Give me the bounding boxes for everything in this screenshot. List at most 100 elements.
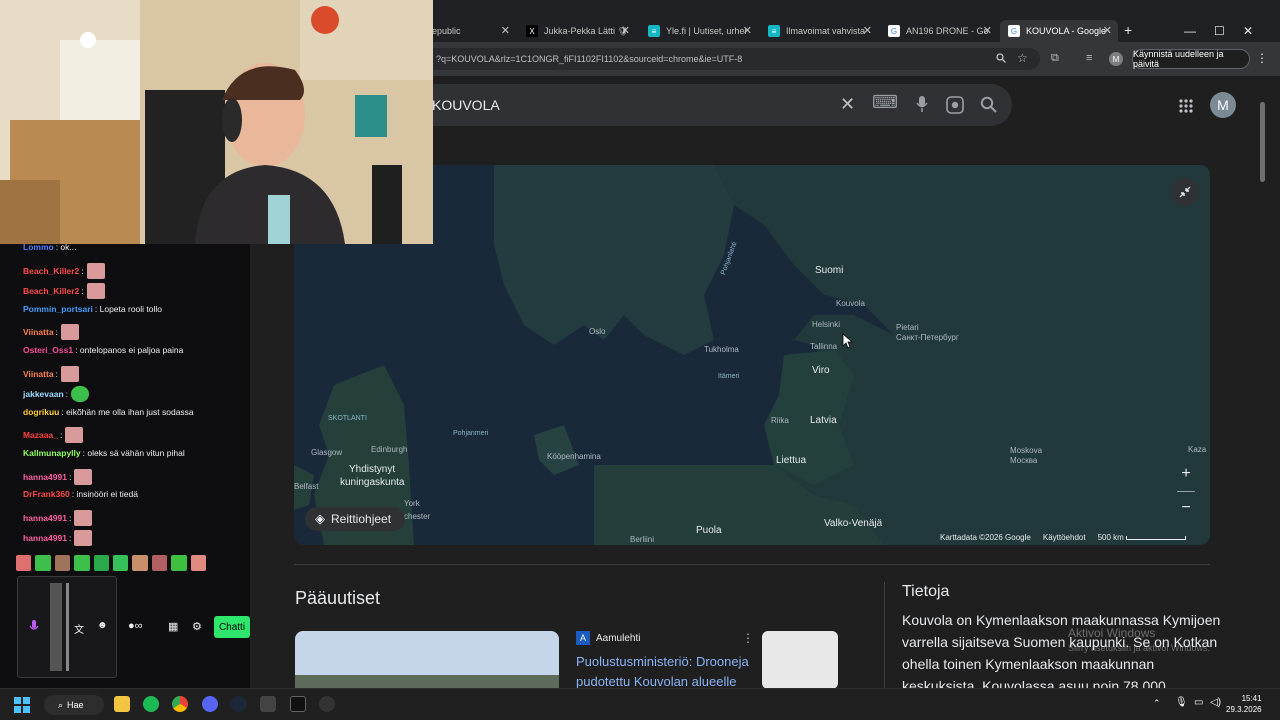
zoom-icon[interactable] [996,53,1006,63]
search-input-value[interactable]: KOUVOLA [432,97,500,113]
chat-username[interactable]: Viinatta [23,369,54,379]
media-icon[interactable]: ≡ [1086,52,1092,64]
app-icon[interactable] [290,696,306,712]
network-icon[interactable]: ▭ [1194,697,1203,708]
emote-icon[interactable] [16,555,32,571]
about-heading: Tietoja [902,583,950,600]
chat-settings-icon[interactable]: ⚙ [192,620,202,633]
emote-icon[interactable] [171,555,187,571]
emote-icon [60,365,79,382]
browser-tab[interactable]: X Jukka-Pekka Lätti 🛡 ✕ [518,20,636,42]
windows-start-icon[interactable] [14,697,30,713]
gift-icon[interactable]: ▦ [168,620,178,633]
map-label: Viro [812,365,830,376]
emote-icon[interactable] [93,555,110,571]
chat-username[interactable]: dogrikuu [23,407,59,417]
chat-username[interactable]: Viinatta [23,327,54,337]
emote-icon[interactable] [74,555,90,571]
chat-username[interactable]: Beach_Killer2 [23,266,79,276]
chat-send-button[interactable]: Chatti [214,616,250,638]
capcut-icon[interactable] [260,696,276,712]
emote-icon[interactable] [113,555,129,571]
emote-icon[interactable] [190,555,207,571]
restart-update-button[interactable]: Käynnistä uudelleen ja päivitä [1132,49,1250,69]
chat-username[interactable]: jakkevaan [23,389,64,399]
chat-username[interactable]: Kallmunapylly [23,448,81,458]
bookmark-star-icon[interactable]: ☆ [1017,51,1028,65]
emote-icon[interactable] [54,555,71,571]
discord-icon[interactable] [202,696,218,712]
map-label: Oslo [589,327,606,336]
zoom-in-button[interactable]: + [1173,461,1199,487]
webcam-feed [0,0,433,244]
search-icon[interactable] [980,96,997,113]
emote-icon[interactable] [132,555,148,571]
chat-username[interactable]: Beach_Killer2 [23,286,79,296]
chat-username[interactable]: Mazaaa_ [23,430,58,440]
spotify-icon[interactable] [143,696,159,712]
chat-message: dogrikuu: eikõhän me olla ihan just soda… [23,407,194,417]
browser-tab[interactable]: G KOUVOLA - Google ✕ [1000,20,1118,42]
translate-icon[interactable]: 文 [74,621,84,636]
chat-username[interactable]: hanna4991 [23,472,67,482]
chat-username[interactable]: Osteri_Oss1 [23,345,73,355]
browser-tab[interactable]: ≡ Ilmavoimat vahvista ✕ [760,20,878,42]
channel-points-icon[interactable]: ●∞ [128,620,143,632]
maximize-button[interactable]: ☐ [1214,24,1225,38]
tray-chevron-icon[interactable]: ⌃ [1153,698,1161,709]
news-image[interactable] [295,631,559,691]
close-tab-icon[interactable]: ✕ [501,24,510,37]
taskbar-search[interactable]: ⌕ Hae [44,695,104,715]
close-tab-icon[interactable]: ✕ [863,24,872,37]
taskbar-clock[interactable]: 15:41 29.3.2026 [1226,693,1262,715]
zoom-out-button[interactable]: − [1173,495,1199,521]
close-tab-icon[interactable]: ✕ [621,24,630,37]
chat-message: Osteri_Oss1: ontelopanos ei paljoa paina [23,345,183,355]
keyboard-icon[interactable]: ⌨ [872,92,898,113]
map-label: Moskova [1010,446,1043,455]
emote-icon[interactable] [35,555,51,571]
profile-avatar[interactable]: M [1109,52,1123,66]
obs-icon[interactable] [319,696,335,712]
chat-text: : [65,389,69,400]
browser-tab[interactable]: ≡ Yle.fi | Uutiset, urhei ✕ [640,20,758,42]
close-window-button[interactable]: ✕ [1243,24,1253,38]
page-scrollbar[interactable] [1256,76,1280,688]
chat-username[interactable]: DrFrank360 [23,489,70,499]
steam-icon[interactable] [231,696,247,712]
new-tab-button[interactable]: + [1124,22,1132,38]
apps-grid-icon[interactable] [1179,99,1193,113]
map-label: SKOTLANTI [328,415,367,422]
close-tab-icon[interactable]: ✕ [743,24,752,37]
chat-username[interactable]: Pommin_portsari [23,304,93,314]
account-avatar[interactable]: M [1210,92,1236,118]
volume-icon[interactable]: ◁) [1210,697,1221,708]
directions-button[interactable]: ◈ Reittiohjeet [305,507,405,531]
clear-search-icon[interactable]: ✕ [840,94,855,115]
yle-icon: ≡ [768,25,780,37]
chat-username[interactable]: Lommo [23,242,54,252]
file-explorer-icon[interactable] [114,696,130,712]
chat-username[interactable]: hanna4991 [23,513,67,523]
news-thumbnail[interactable] [762,631,838,689]
close-tab-icon[interactable]: ✕ [983,24,992,37]
microphone-icon[interactable] [29,620,39,634]
chat-username[interactable]: hanna4991 [23,533,67,543]
emote-icon[interactable] [151,555,168,571]
chrome-icon[interactable] [172,696,188,712]
extensions-icon[interactable]: ⧉ [1051,52,1059,65]
windows-activation-watermark: Aktivoi Windows [1068,626,1156,640]
browser-menu-icon[interactable]: ⋮ [1256,51,1268,65]
collapse-map-icon[interactable] [1170,177,1200,207]
news-title-link[interactable]: Puolustusministeriö: Drooneja pudotettu … [576,652,756,692]
news-more-icon[interactable]: ⋮ [742,631,754,645]
browser-tab[interactable]: G AN196 DRONE - Go ✕ [880,20,998,42]
camera-search-icon[interactable] [946,96,964,114]
microphone-icon[interactable] [915,95,929,113]
emote-picker-icon[interactable]: ☻ [97,620,108,631]
map-terms-link[interactable]: Käyttöehdot [1043,533,1086,542]
minimize-button[interactable]: — [1184,24,1196,38]
tray-mic-icon[interactable]: 🎙 [1175,697,1188,708]
close-tab-icon[interactable]: ✕ [1103,24,1112,37]
news-source: A Aamulehti [576,631,640,645]
